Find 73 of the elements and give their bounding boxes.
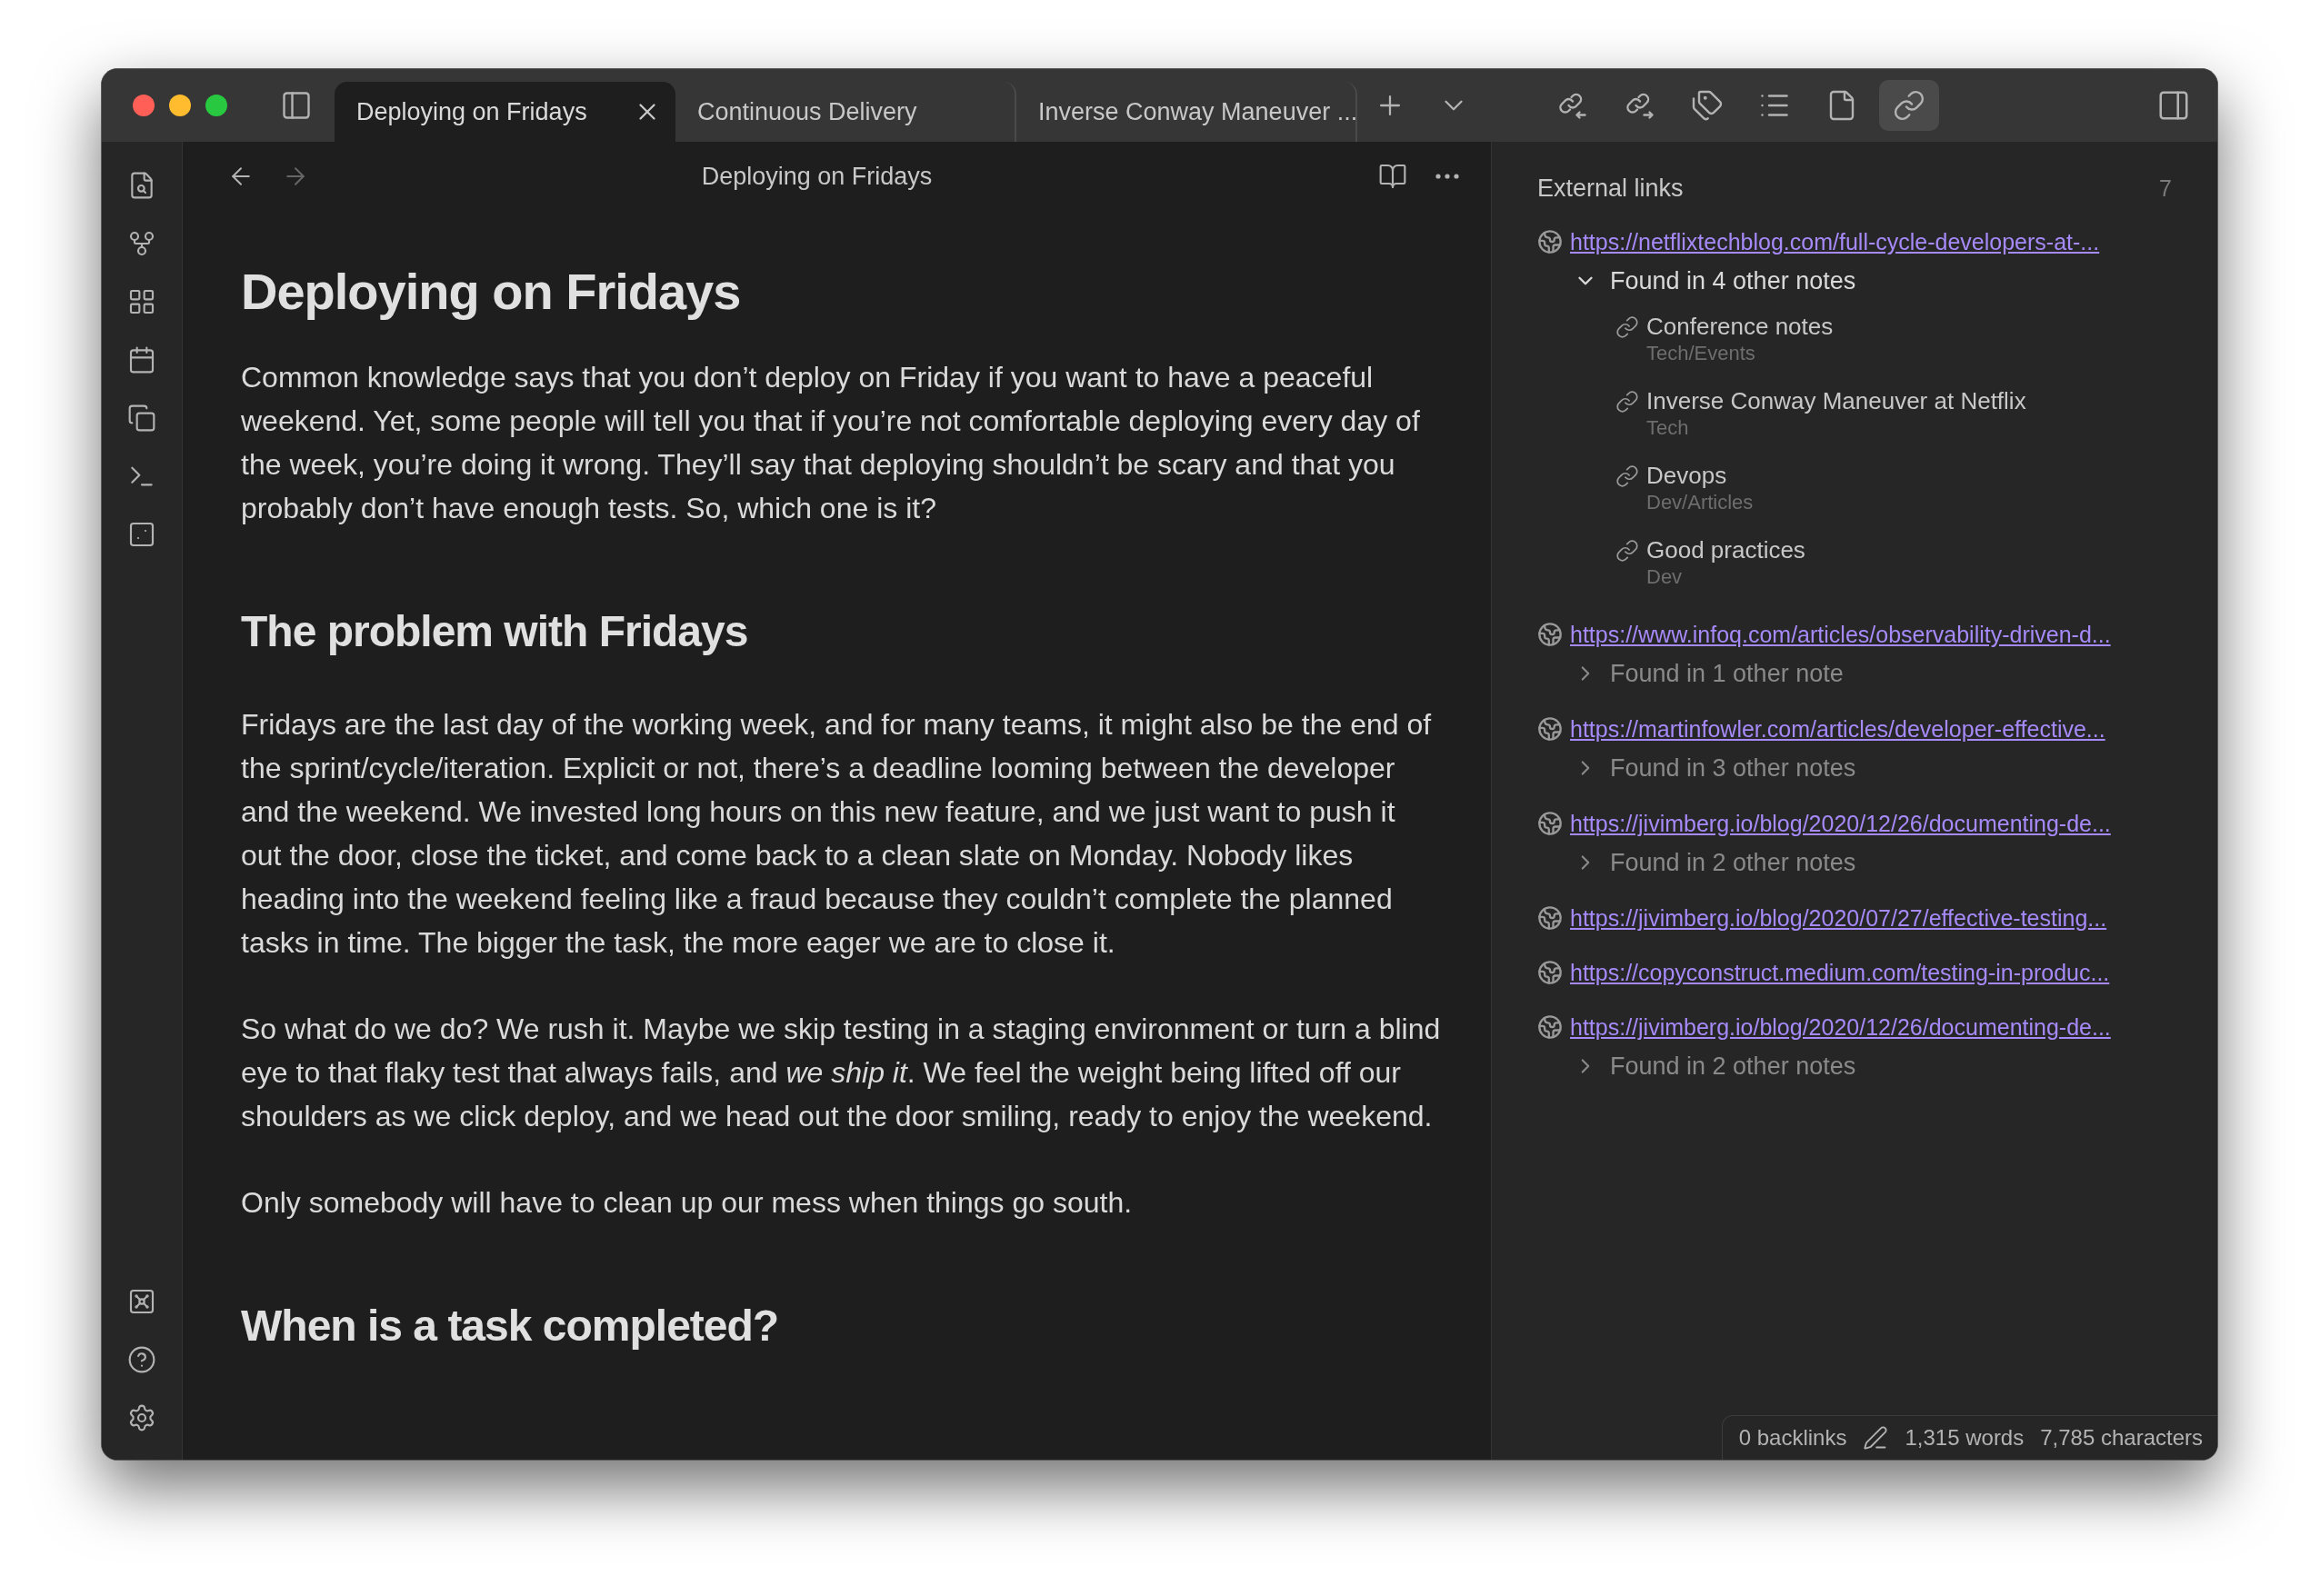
tags-icon — [1691, 89, 1724, 122]
more-icon — [1435, 174, 1459, 179]
word-count: 1,315 words — [1905, 1425, 2025, 1451]
paragraph: So what do we do? We rush it. Maybe we skip testing in a staging environment or turn a blind eye to that flaky test that always fails, and we ship it. We feel the weight being lifted off our shoulders as we click deploy, and we head out the door smiling, ready to enjoy the weekend. — [241, 1012, 1441, 1134]
note-title: Conference notes — [1646, 312, 1834, 341]
link-icon — [1893, 89, 1925, 122]
tab-label: Inverse Conway Maneuver ... — [1038, 97, 1358, 126]
settings-icon — [127, 1403, 156, 1432]
note-title: Devops — [1646, 461, 1728, 490]
linked-note[interactable]: Conference notes Tech/Events — [1537, 301, 2172, 375]
note-path: Dev/Articles — [1646, 490, 1754, 515]
globe-icon — [1537, 905, 1563, 931]
found-in-toggle[interactable]: Found in 2 other notes — [1537, 1046, 2172, 1086]
minimize-window-button[interactable] — [169, 95, 191, 116]
note-path: Tech/Events — [1646, 341, 1756, 366]
link-icon — [1615, 464, 1639, 488]
view-title: Deploying on Fridays — [700, 162, 934, 191]
help-icon — [127, 1345, 156, 1374]
tab[interactable]: Deploying on Fridays — [335, 82, 675, 142]
book-icon — [1378, 162, 1407, 191]
note-heading: Deploying on Fridays — [241, 262, 742, 322]
external-link[interactable]: https://martinfowler.com/articles/developer-effective... — [1570, 715, 2105, 743]
note-title: Good practices — [1646, 535, 1805, 564]
globe-icon — [1537, 960, 1563, 985]
link-icon — [1615, 390, 1639, 414]
dice-icon — [127, 520, 156, 549]
sidebar-icon — [2156, 88, 2191, 123]
close-window-button[interactable] — [133, 95, 155, 116]
zoom-window-button[interactable] — [205, 95, 227, 116]
linked-note[interactable]: Inverse Conway Maneuver at Netflix Tech — [1537, 375, 2172, 450]
pencil-icon[interactable] — [1863, 1425, 1889, 1451]
external-link[interactable]: https://jivimberg.io/blog/2020/12/26/documenting-de... — [1570, 1013, 2111, 1041]
globe-icon — [1537, 622, 1563, 647]
paragraph: Fridays are the last day of the working week, and for many teams, it might also be the end of the sprint/cycle/iteration. Explicit or not, there’s a deadline looming between the developer and the weekend. We invested long hours on this new feature, and we just want to push it out the door, close the ticket, and come back to a clean slate on Monday. Nobody likes heading into the weekend feeling like a fraud because they couldn’t complete the planned tasks in time. The bigger the task, the more eager we are to close it. — [241, 707, 1433, 961]
backlinks-count[interactable]: 0 backlinks — [1738, 1425, 1847, 1451]
paragraph: Only somebody will have to clean up our mess when things go south. — [241, 1185, 1134, 1221]
vault-icon — [127, 1287, 156, 1316]
external-link[interactable]: https://jivimberg.io/blog/2020/12/26/documenting-de... — [1570, 810, 2111, 837]
panel-title: External links — [1537, 175, 1684, 203]
found-in-toggle[interactable]: Found in 2 other notes — [1537, 843, 2172, 883]
sidebar-icon — [280, 89, 313, 122]
paragraph: Common knowledge says that you don’t deploy on Friday if you want to have a peaceful weekend. Yet, some people will tell you that if you’re not comfortable deploying every day of the week, you’re doing it wrong. They’ll say that deploying shouldn’t be scary and that you probably don’t have enough tests. So, which one is it? — [241, 360, 1421, 526]
found-in-toggle[interactable]: Found in 4 other notes — [1537, 261, 2172, 301]
found-in-toggle[interactable]: Found in 1 other note — [1537, 653, 2172, 693]
tab[interactable]: Continuous Delivery — [675, 82, 1016, 142]
tab-label: Deploying on Fridays — [356, 97, 587, 126]
linked-note[interactable]: Good practices Dev — [1537, 524, 2172, 599]
globe-icon — [1537, 1014, 1563, 1040]
note-path: Dev — [1646, 564, 1684, 590]
globe-icon — [1537, 716, 1563, 742]
globe-icon — [1537, 811, 1563, 836]
found-in-toggle[interactable]: Found in 3 other notes — [1537, 748, 2172, 788]
note-title: Inverse Conway Maneuver at Netflix — [1646, 386, 2026, 415]
external-link[interactable]: https://netflixtechblog.com/full-cycle-developers-at-... — [1570, 228, 2100, 255]
external-link[interactable]: https://copyconstruct.medium.com/testing-in-produc... — [1570, 959, 2110, 986]
sidebar-tab-button[interactable] — [1879, 80, 1939, 131]
link-count: 7 — [2159, 175, 2172, 202]
calendar-icon — [127, 345, 156, 374]
section-heading: When is a task completed? — [241, 1301, 780, 1352]
copy-icon — [127, 404, 156, 433]
tab-label: Continuous Delivery — [697, 97, 917, 126]
external-link[interactable]: https://jivimberg.io/blog/2020/07/27/effective-testing... — [1570, 904, 2107, 932]
character-count: 7,785 characters — [2040, 1425, 2203, 1451]
linked-note[interactable]: Devops Dev/Articles — [1537, 450, 2172, 524]
note-path: Tech — [1646, 415, 1690, 441]
section-heading: The problem with Fridays — [241, 606, 749, 657]
graph-icon — [127, 229, 156, 258]
external-link[interactable]: https://www.infoq.com/articles/observability-driven-d... — [1570, 621, 2111, 648]
link-icon — [1615, 539, 1639, 563]
tab[interactable]: Inverse Conway Maneuver ... — [1016, 82, 1357, 142]
globe-icon — [1537, 229, 1563, 254]
link-icon — [1615, 315, 1639, 339]
grid-icon — [127, 287, 156, 316]
